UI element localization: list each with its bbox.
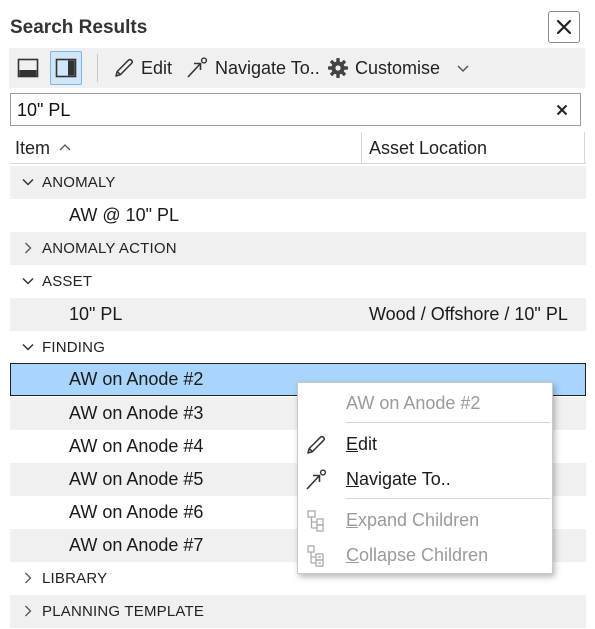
item-label: AW on Anode #6 xyxy=(69,502,204,522)
context-menu-header-label: AW on Anode #2 xyxy=(346,393,481,413)
panel-right-icon xyxy=(55,58,77,78)
pencil-icon xyxy=(304,433,328,457)
context-menu-expand-label: Expand Children xyxy=(346,510,480,530)
chevron-right-icon[interactable] xyxy=(21,604,35,618)
context-menu-expand-children[interactable]: Expand Children xyxy=(298,503,552,538)
customise-label: Customise xyxy=(355,57,441,78)
search-input[interactable] xyxy=(17,98,537,122)
expand-tree-icon xyxy=(304,509,328,533)
chevron-down-icon[interactable] xyxy=(21,274,35,288)
item-label: AW @ 10" PL xyxy=(69,205,180,225)
group-label: FINDING xyxy=(42,339,106,356)
close-button[interactable] xyxy=(548,11,580,43)
chevron-right-icon[interactable] xyxy=(21,571,35,585)
panel-bottom-icon xyxy=(17,58,39,78)
gear-icon xyxy=(328,58,348,78)
item-label: AW on Anode #5 xyxy=(69,469,204,489)
group-label: PLANNING TEMPLATE xyxy=(42,603,205,620)
group-label: ANOMALY xyxy=(42,174,116,191)
edit-button[interactable]: Edit xyxy=(113,51,172,85)
pencil-icon xyxy=(115,58,134,77)
context-menu-collapse-children[interactable]: Collapse Children xyxy=(298,538,552,573)
group-row-planning-template[interactable]: PLANNING TEMPLATE xyxy=(10,595,586,628)
context-menu-edit[interactable]: Edit xyxy=(298,427,552,462)
context-menu-collapse-label: Collapse Children xyxy=(346,545,489,565)
column-divider[interactable] xyxy=(361,132,362,164)
layout-bottom-toggle[interactable] xyxy=(12,51,44,85)
search-box xyxy=(10,93,581,126)
chevron-right-icon[interactable] xyxy=(21,241,35,255)
table-row[interactable]: 10" PL Wood / Offshore / 10" PL xyxy=(10,298,586,331)
item-label: AW on Anode #7 xyxy=(69,535,204,555)
search-clear-button[interactable] xyxy=(552,100,572,120)
sort-ascending-icon xyxy=(59,144,71,151)
chevron-down-icon[interactable] xyxy=(21,340,35,354)
group-row-anomaly[interactable]: ANOMALY xyxy=(10,166,586,199)
collapse-tree-icon xyxy=(304,544,328,568)
grid-header: Item Asset Location xyxy=(10,132,586,164)
context-menu-header: AW on Anode #2 xyxy=(298,386,552,421)
customise-button[interactable]: Customise xyxy=(327,51,440,85)
navigate-button[interactable]: Navigate To.. xyxy=(185,51,320,85)
item-label: AW on Anode #3 xyxy=(69,403,204,423)
context-menu-separator xyxy=(346,498,550,499)
navigate-arrow-icon xyxy=(187,57,208,78)
column-location-label: Asset Location xyxy=(369,137,488,158)
more-dropdown-button[interactable] xyxy=(453,51,473,85)
column-item-label: Item xyxy=(15,137,51,158)
group-label: ASSET xyxy=(42,273,93,290)
edit-label: Edit xyxy=(141,57,173,78)
toolbar: Edit Navigate To.. Customise xyxy=(9,48,585,88)
layout-right-toggle[interactable] xyxy=(50,51,82,85)
column-header-location[interactable]: Asset Location xyxy=(369,132,487,164)
toolbar-separator xyxy=(97,54,98,82)
navigate-label: Navigate To.. xyxy=(215,57,320,78)
group-row-anomaly-action[interactable]: ANOMALY ACTION xyxy=(10,232,586,265)
panel-title: Search Results xyxy=(10,17,148,38)
context-menu-navigate[interactable]: Navigate To.. xyxy=(298,462,552,497)
chevron-down-icon[interactable] xyxy=(21,175,35,189)
close-icon xyxy=(556,19,572,35)
group-label: LIBRARY xyxy=(42,570,108,587)
context-menu: AW on Anode #2 Edit Navigate To.. Expand… xyxy=(297,382,553,574)
asset-location-cell: Wood / Offshore / 10" PL xyxy=(369,304,568,324)
context-menu-separator xyxy=(346,422,550,423)
context-menu-edit-label: Edit xyxy=(346,434,378,454)
column-header-item[interactable]: Item xyxy=(15,132,72,164)
item-label: AW on Anode #4 xyxy=(69,436,204,456)
item-label: 10" PL xyxy=(69,304,123,324)
context-menu-navigate-label: Navigate To.. xyxy=(346,469,451,489)
panel-header: Search Results xyxy=(0,0,595,48)
item-label: AW on Anode #2 xyxy=(69,369,204,389)
clear-x-icon xyxy=(556,104,568,116)
group-row-asset[interactable]: ASSET xyxy=(10,265,586,298)
group-label: ANOMALY ACTION xyxy=(42,240,177,257)
chevron-down-icon xyxy=(457,65,469,73)
column-divider-end[interactable] xyxy=(584,132,585,164)
navigate-arrow-icon xyxy=(304,468,328,492)
group-row-finding[interactable]: FINDING xyxy=(10,331,586,364)
table-row[interactable]: AW @ 10" PL xyxy=(10,199,586,232)
